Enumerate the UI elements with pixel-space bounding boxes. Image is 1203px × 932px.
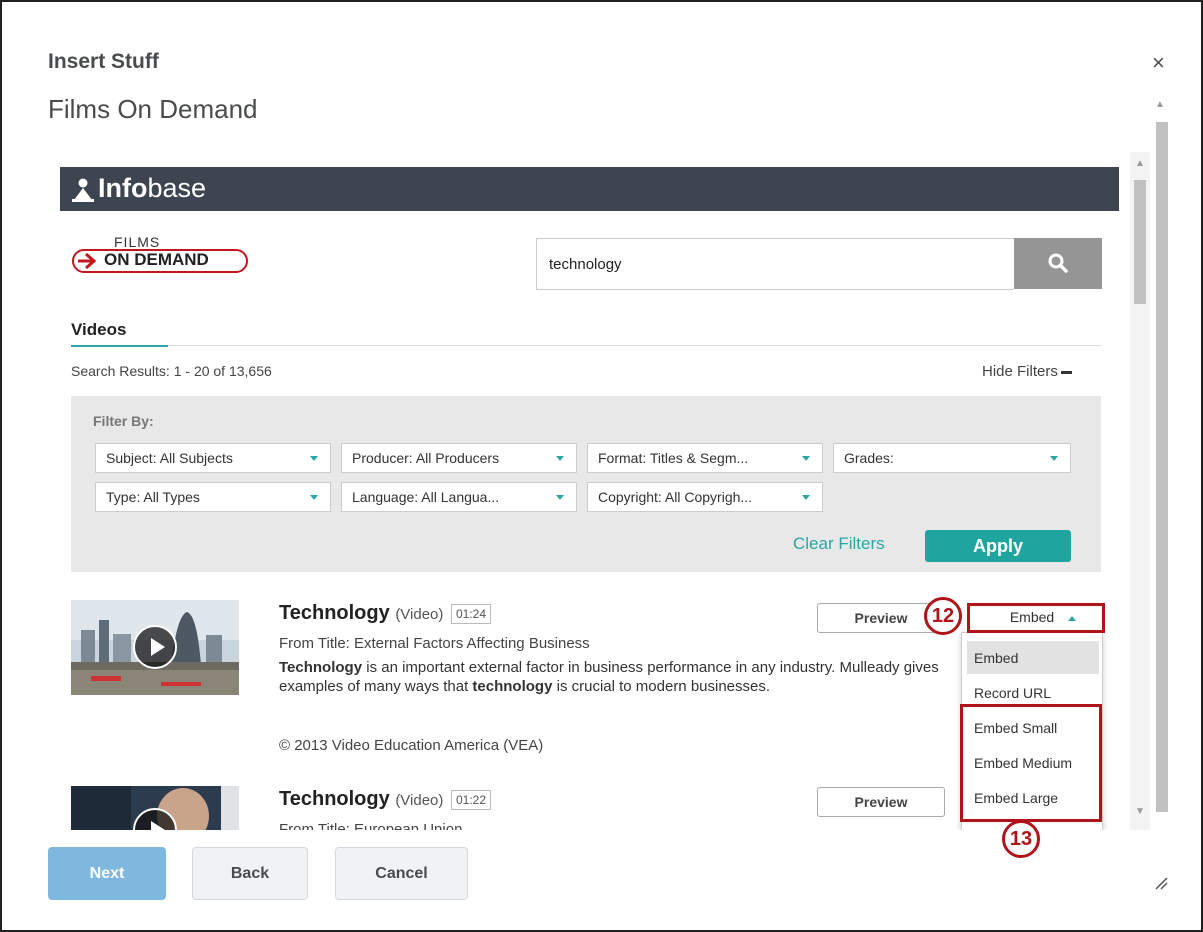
- dialog-subtitle: Films On Demand: [48, 94, 258, 124]
- hide-filters-link[interactable]: Hide Filters: [982, 363, 1072, 380]
- result-from-title: From Title: European Union: [279, 821, 463, 830]
- dropdown-caret-icon: [802, 456, 810, 461]
- video-thumbnail[interactable]: [71, 600, 239, 695]
- scroll-down-icon[interactable]: ▼: [1135, 806, 1145, 817]
- dropdown-caret-icon: [556, 495, 564, 500]
- tab-divider: [71, 345, 1101, 346]
- back-button[interactable]: Back: [192, 847, 308, 900]
- dropdown-caret-icon: [310, 495, 318, 500]
- scrollbar-thumb[interactable]: [1156, 122, 1168, 812]
- filter-by-label: Filter By:: [93, 413, 154, 429]
- dialog-scrollbar[interactable]: ▲: [1152, 97, 1170, 829]
- tab-videos[interactable]: Videos: [71, 320, 126, 346]
- play-icon[interactable]: [133, 625, 177, 669]
- results-summary: Search Results: 1 - 20 of 13,656: [71, 363, 272, 379]
- clear-filters-link[interactable]: Clear Filters: [793, 534, 885, 554]
- embed-button-highlight: [967, 603, 1105, 633]
- infobase-person-icon: [72, 178, 94, 202]
- filter-panel: Filter By: Subject: All Subjects Produce…: [71, 396, 1101, 572]
- subject-filter-select[interactable]: Subject: All Subjects: [95, 443, 331, 473]
- fod-arrow-icon: [78, 252, 97, 270]
- video-thumbnail[interactable]: [71, 786, 239, 830]
- callout-12: 12: [924, 597, 962, 635]
- format-filter-select[interactable]: Format: Titles & Segm...: [587, 443, 823, 473]
- active-tab-indicator: [71, 345, 168, 347]
- frame-scrollbar[interactable]: ▲ ▼: [1130, 152, 1150, 830]
- result-from-title: From Title: External Factors Affecting B…: [279, 635, 590, 652]
- infobase-logo: Infobase: [98, 173, 207, 203]
- search-icon: [1048, 253, 1068, 273]
- next-button[interactable]: Next: [48, 847, 166, 900]
- dialog-title: Insert Stuff: [48, 50, 159, 73]
- minus-icon: [1060, 370, 1072, 374]
- apply-button[interactable]: Apply: [925, 530, 1071, 562]
- cancel-button[interactable]: Cancel: [335, 847, 468, 900]
- language-filter-select[interactable]: Language: All Langua...: [341, 482, 577, 512]
- embed-menu-item-embed[interactable]: Embed: [967, 641, 1099, 674]
- infobase-header: Infobase: [60, 167, 1119, 211]
- producer-filter-select[interactable]: Producer: All Producers: [341, 443, 577, 473]
- copyright-filter-select[interactable]: Copyright: All Copyrigh...: [587, 482, 823, 512]
- scroll-up-icon[interactable]: ▲: [1135, 158, 1145, 169]
- scrollbar-thumb[interactable]: [1134, 180, 1146, 304]
- preview-button[interactable]: Preview: [817, 787, 945, 817]
- result-title[interactable]: Technology (Video) 01:24: [279, 602, 491, 625]
- type-filter-select[interactable]: Type: All Types: [95, 482, 331, 512]
- dropdown-caret-icon: [802, 495, 810, 500]
- close-icon[interactable]: ×: [1152, 50, 1165, 76]
- result-title[interactable]: Technology (Video) 01:22: [279, 788, 491, 811]
- films-on-demand-logo: FILMS ON DEMAND: [72, 234, 250, 278]
- duration-badge: 01:24: [450, 603, 491, 624]
- result-copyright: © 2013 Video Education America (VEA): [279, 737, 544, 754]
- result-description: Technology is an important external fact…: [279, 659, 939, 695]
- embed-sizes-highlight: [960, 704, 1102, 822]
- insert-stuff-dialog: Insert Stuff × Films On Demand ▲ ▲ ▼ Inf…: [0, 0, 1203, 932]
- search-input[interactable]: technology: [536, 238, 1014, 290]
- grades-filter-select[interactable]: Grades:: [833, 443, 1071, 473]
- dropdown-caret-icon: [556, 456, 564, 461]
- callout-13: 13: [1002, 820, 1040, 858]
- search-button[interactable]: [1014, 238, 1102, 289]
- duration-badge: 01:22: [450, 789, 491, 810]
- resize-handle-icon[interactable]: [1152, 874, 1168, 890]
- dropdown-caret-icon: [1050, 456, 1058, 461]
- dropdown-caret-icon: [310, 456, 318, 461]
- scroll-up-icon[interactable]: ▲: [1155, 99, 1165, 110]
